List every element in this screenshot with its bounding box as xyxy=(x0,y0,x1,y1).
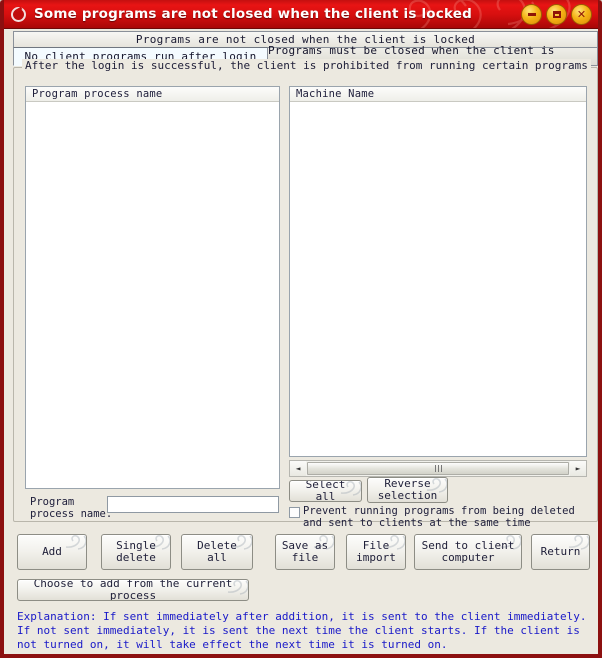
add-button[interactable]: Add xyxy=(17,534,87,570)
choose-from-current-process-label: Choose to add from the current process xyxy=(33,579,233,601)
reverse-selection-button[interactable]: Reverse selection xyxy=(367,477,448,503)
reverse-selection-label: Reverse selection xyxy=(377,477,438,502)
scrollbar-track[interactable] xyxy=(306,461,570,476)
delete-all-button[interactable]: Delete all xyxy=(181,534,253,570)
prevent-delete-checkbox-label: Prevent running programs from being dele… xyxy=(303,505,575,529)
send-to-client-computer-button-label: Send to client computer xyxy=(421,539,515,564)
program-process-name-input[interactable] xyxy=(107,496,279,513)
close-button[interactable]: ✕ xyxy=(571,4,592,25)
file-import-button[interactable]: File import xyxy=(346,534,406,570)
app-icon xyxy=(11,6,26,22)
select-all-label: Select all xyxy=(305,480,346,502)
delete-all-button-label: Delete all xyxy=(197,539,237,564)
machine-list-horizontal-scrollbar[interactable]: ◄ ► xyxy=(289,460,587,477)
machine-name-list[interactable]: Machine Name xyxy=(289,86,587,457)
window-controls: ✕ xyxy=(521,4,592,25)
choose-from-current-process-button[interactable]: Choose to add from the current process xyxy=(17,579,249,601)
prevent-delete-checkbox[interactable] xyxy=(289,507,300,518)
single-delete-button[interactable]: Single delete xyxy=(101,534,171,570)
application-window: Some programs are not closed when the cl… xyxy=(0,0,602,658)
maximize-icon xyxy=(547,5,566,24)
save-as-file-button-label: Save as file xyxy=(281,539,329,564)
return-button-label: Return xyxy=(540,545,581,558)
program-process-list[interactable]: Program process name xyxy=(25,86,280,489)
close-icon: ✕ xyxy=(576,8,587,21)
program-process-name-column-header: Program process name xyxy=(26,87,279,102)
file-import-button-label: File import xyxy=(356,539,396,564)
single-delete-button-label: Single delete xyxy=(116,539,156,564)
scroll-left-arrow-icon[interactable]: ◄ xyxy=(290,461,306,476)
title-bar: Some programs are not closed when the cl… xyxy=(4,0,598,29)
minimize-button[interactable] xyxy=(521,4,542,25)
send-to-client-computer-button[interactable]: Send to client computer xyxy=(414,534,522,570)
save-as-file-button[interactable]: Save as file xyxy=(275,534,335,570)
group-box-legend: After the login is successful, the clien… xyxy=(22,59,591,72)
select-all-button[interactable]: Select all xyxy=(289,480,362,502)
minimize-icon xyxy=(522,5,541,24)
return-button[interactable]: Return xyxy=(531,534,590,570)
restriction-group-box: After the login is successful, the clien… xyxy=(13,59,598,529)
window-title: Some programs are not closed when the cl… xyxy=(34,6,473,22)
machine-name-column-header: Machine Name xyxy=(290,87,586,102)
prevent-delete-checkbox-row[interactable]: Prevent running programs from being dele… xyxy=(289,505,575,529)
program-process-name-label: Program process name: xyxy=(30,496,113,520)
scroll-right-arrow-icon[interactable]: ► xyxy=(570,461,586,476)
scrollbar-grip-icon xyxy=(434,465,442,472)
maximize-button[interactable] xyxy=(546,4,567,25)
scrollbar-thumb[interactable] xyxy=(307,462,569,475)
explanation-text: Explanation: If sent immediately after a… xyxy=(17,610,587,651)
add-button-label: Add xyxy=(42,545,62,558)
